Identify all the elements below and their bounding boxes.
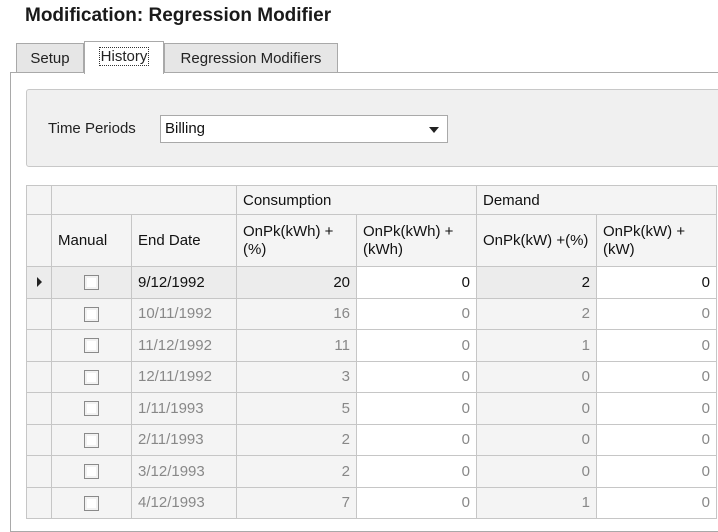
row-indicator[interactable] [26, 423, 52, 456]
row-indicator[interactable] [26, 266, 52, 299]
manual-checkbox[interactable] [84, 306, 99, 322]
consumption-kwh-cell[interactable]: 0 [356, 392, 477, 425]
demand-kw-cell[interactable]: 0 [596, 360, 717, 393]
demand-kw-cell[interactable]: 0 [596, 297, 717, 330]
table-row[interactable]: 12/11/1992 3 0 0 0 [26, 360, 717, 393]
tab-history[interactable]: History [84, 41, 164, 74]
demand-pct-cell: 0 [476, 455, 597, 488]
row-indicator[interactable] [26, 486, 52, 519]
table-row[interactable]: 4/12/1993 7 0 1 0 [26, 486, 717, 519]
manual-checkbox[interactable] [84, 464, 99, 480]
demand-pct-cell: 2 [476, 297, 597, 330]
chevron-down-icon[interactable] [429, 127, 439, 133]
end-date-cell: 2/11/1993 [131, 423, 237, 456]
manual-cell[interactable] [51, 423, 132, 456]
table-row[interactable]: 9/12/1992 20 0 2 0 [26, 266, 717, 299]
manual-checkbox[interactable] [84, 495, 99, 511]
current-row-pointer-icon [36, 276, 42, 287]
time-periods-label: Time Periods [48, 120, 136, 137]
band-consumption: Consumption [236, 185, 477, 215]
consumption-pct-cell: 16 [236, 297, 357, 330]
table-row[interactable]: 1/11/1993 5 0 0 0 [26, 392, 717, 425]
time-periods-dropdown[interactable]: Billing [160, 115, 448, 143]
consumption-pct-cell: 5 [236, 392, 357, 425]
demand-kw-cell[interactable]: 0 [596, 329, 717, 362]
manual-checkbox[interactable] [84, 401, 99, 417]
demand-pct-cell: 0 [476, 392, 597, 425]
demand-kw-cell[interactable]: 0 [596, 266, 717, 299]
row-indicator[interactable] [26, 329, 52, 362]
row-indicator[interactable] [26, 455, 52, 488]
tab-regression-modifiers-label: Regression Modifiers [180, 50, 322, 67]
demand-pct-cell: 0 [476, 423, 597, 456]
manual-checkbox[interactable] [84, 338, 99, 354]
table-row[interactable]: 10/11/1992 16 0 2 0 [26, 297, 717, 330]
end-date-cell: 12/11/1992 [131, 360, 237, 393]
demand-pct-cell: 1 [476, 329, 597, 362]
end-date-cell: 9/12/1992 [131, 266, 237, 299]
end-date-cell: 11/12/1992 [131, 329, 237, 362]
time-periods-value: Billing [165, 120, 206, 137]
column-header-manual[interactable]: Manual [51, 214, 132, 267]
end-date-cell: 10/11/1992 [131, 297, 237, 330]
consumption-pct-cell: 3 [236, 360, 357, 393]
end-date-cell: 1/11/1993 [131, 392, 237, 425]
demand-kw-cell[interactable]: 0 [596, 423, 717, 456]
tab-setup-label: Setup [30, 50, 70, 67]
demand-pct-cell: 2 [476, 266, 597, 299]
manual-checkbox[interactable] [84, 432, 99, 448]
manual-cell[interactable] [51, 486, 132, 519]
manual-cell[interactable] [51, 455, 132, 488]
consumption-pct-cell: 2 [236, 455, 357, 488]
end-date-cell: 3/12/1993 [131, 455, 237, 488]
consumption-pct-cell: 20 [236, 266, 357, 299]
column-header-onpk-kw-pct[interactable]: OnPk(kW) +(%) [476, 214, 597, 267]
tab-setup[interactable]: Setup [16, 43, 84, 73]
manual-cell[interactable] [51, 360, 132, 393]
band-demand: Demand [476, 185, 717, 215]
consumption-kwh-cell[interactable]: 0 [356, 266, 477, 299]
band-indicator-corner [26, 185, 52, 215]
consumption-kwh-cell[interactable]: 0 [356, 360, 477, 393]
consumption-pct-cell: 7 [236, 486, 357, 519]
header-indicator-corner [26, 214, 52, 267]
column-header-onpk-kw-kw[interactable]: OnPk(kW) +(kW) [596, 214, 717, 267]
manual-checkbox[interactable] [84, 275, 99, 291]
row-indicator[interactable] [26, 360, 52, 393]
table-row[interactable]: 11/12/1992 11 0 1 0 [26, 329, 717, 362]
table-row[interactable]: 3/12/1993 2 0 0 0 [26, 455, 717, 488]
demand-kw-cell[interactable]: 0 [596, 486, 717, 519]
consumption-kwh-cell[interactable]: 0 [356, 455, 477, 488]
consumption-kwh-cell[interactable]: 0 [356, 423, 477, 456]
manual-cell[interactable] [51, 266, 132, 299]
end-date-cell: 4/12/1993 [131, 486, 237, 519]
consumption-kwh-cell[interactable]: 0 [356, 297, 477, 330]
manual-cell[interactable] [51, 392, 132, 425]
table-row[interactable]: 2/11/1993 2 0 0 0 [26, 423, 717, 456]
tab-history-label: History [98, 47, 150, 66]
tab-regression-modifiers[interactable]: Regression Modifiers [164, 43, 338, 73]
window-title: Modification: Regression Modifier [25, 5, 332, 26]
manual-cell[interactable] [51, 329, 132, 362]
column-header-end-date[interactable]: End Date [131, 214, 237, 267]
manual-checkbox[interactable] [84, 369, 99, 385]
history-grid: Consumption Demand Manual End Date OnPk(… [26, 185, 717, 519]
consumption-kwh-cell[interactable]: 0 [356, 329, 477, 362]
column-header-onpk-kwh-kwh[interactable]: OnPk(kWh) +(kWh) [356, 214, 477, 267]
demand-pct-cell: 1 [476, 486, 597, 519]
manual-cell[interactable] [51, 297, 132, 330]
band-blank [51, 185, 237, 215]
row-indicator[interactable] [26, 392, 52, 425]
demand-pct-cell: 0 [476, 360, 597, 393]
consumption-pct-cell: 2 [236, 423, 357, 456]
consumption-kwh-cell[interactable]: 0 [356, 486, 477, 519]
column-header-onpk-kwh-pct[interactable]: OnPk(kWh) +(%) [236, 214, 357, 267]
demand-kw-cell[interactable]: 0 [596, 455, 717, 488]
consumption-pct-cell: 11 [236, 329, 357, 362]
demand-kw-cell[interactable]: 0 [596, 392, 717, 425]
row-indicator[interactable] [26, 297, 52, 330]
